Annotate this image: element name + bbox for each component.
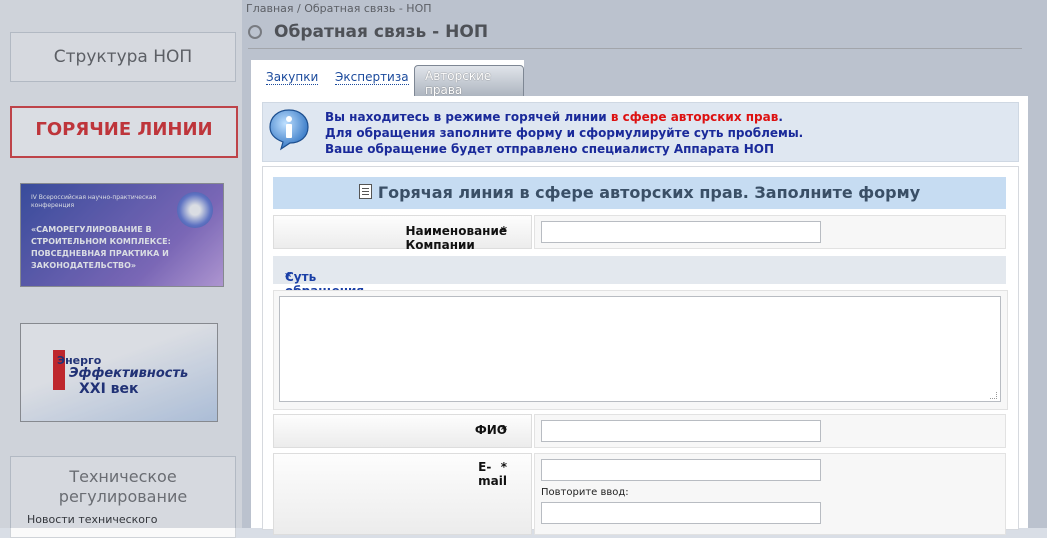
topic-field-cell (273, 290, 1008, 410)
resize-handle-icon[interactable] (990, 392, 997, 399)
fio-field-cell (534, 414, 1006, 448)
tab-expertise[interactable]: Экспертиза (335, 70, 409, 85)
document-icon (358, 184, 372, 199)
company-input[interactable] (541, 221, 821, 243)
company-label: Наименование Компании (405, 224, 507, 252)
fio-input[interactable] (541, 420, 821, 442)
required-mark: * (500, 423, 507, 437)
email-repeat-label: Повторите ввод: (541, 487, 629, 498)
email-repeat-input[interactable] (541, 502, 821, 524)
topic-textarea[interactable] (279, 296, 1001, 402)
email-input[interactable] (541, 459, 821, 481)
email-label-cell: E-mail * (273, 453, 532, 535)
info-line1-a: Вы находитесь в режиме горячей линии (325, 110, 611, 124)
email-field-cell: Повторите ввод: (534, 453, 1006, 535)
info-line2: Для обращения заполните форму и сформули… (325, 126, 804, 140)
company-label-cell: Наименование Компании * (273, 215, 532, 252)
info-line1-end: . (778, 110, 783, 124)
form-header: Горячая линия в сфере авторских прав. За… (273, 177, 1006, 209)
hotline-dialog: Вы находитесь в режиме горячей линии в с… (251, 96, 1028, 535)
hotline-form: Горячая линия в сфере авторских прав. За… (262, 166, 1019, 535)
required-mark: * (500, 460, 507, 474)
info-notice: Вы находитесь в режиме горячей линии в с… (262, 102, 1019, 162)
form-title: Горячая линия в сфере авторских прав. За… (377, 183, 921, 202)
info-line3: Ваше обращение будет отправлено специали… (325, 142, 774, 156)
required-mark: * (285, 270, 292, 284)
info-message: Вы находитесь в режиме горячей линии в с… (325, 109, 803, 157)
company-field-cell (534, 215, 1006, 249)
tab-bar: Закупки Экспертиза Авторские права (251, 60, 524, 101)
info-line1-highlight: в сфере авторских прав (610, 110, 779, 124)
fio-label-cell: ФИО * (273, 414, 532, 448)
required-mark: * (500, 224, 507, 238)
tab-purchases[interactable]: Закупки (266, 70, 319, 85)
topic-section-header: Суть обращения * (273, 256, 1006, 298)
info-icon (269, 109, 309, 151)
